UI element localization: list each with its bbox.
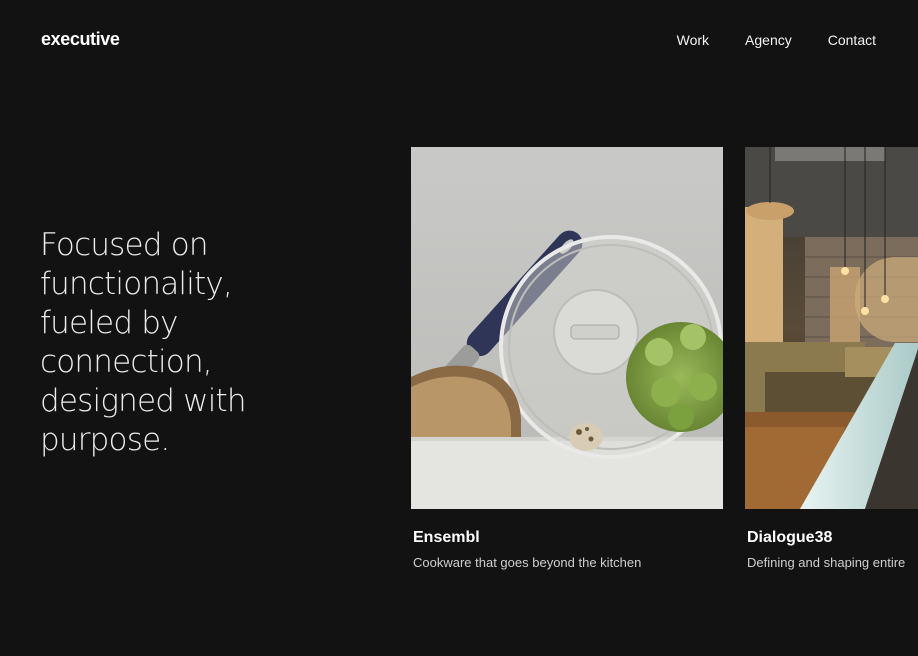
main-nav: Work Agency Contact xyxy=(677,32,876,48)
project-title: Dialogue38 xyxy=(747,529,833,546)
restaurant-interior-image xyxy=(745,147,918,509)
hero-heading: Focused on functionality, fueled by conn… xyxy=(40,226,340,460)
project-subtitle: Defining and shaping entire xyxy=(747,555,906,570)
nav-contact-link[interactable]: Contact xyxy=(828,32,876,48)
nav-agency-link[interactable]: Agency xyxy=(745,32,792,48)
hero-line: Focused on xyxy=(40,227,209,263)
project-subtitle: Cookware that goes beyond the kitchen xyxy=(413,555,642,570)
nav-work-link[interactable]: Work xyxy=(677,32,709,48)
page: executive Work Agency Contact Focused on… xyxy=(0,0,918,656)
project-title: Ensembl xyxy=(413,529,480,546)
hero-line: purpose. xyxy=(40,422,170,458)
project-card-dialogue38[interactable]: Dialogue38 Defining and shaping entire xyxy=(745,147,918,570)
project-card-ensembl[interactable]: Ensembl Cookware that goes beyond the ki… xyxy=(411,147,723,570)
hero-line: connection, xyxy=(40,344,213,380)
hero-line: designed with xyxy=(40,383,247,419)
hero-line: functionality, xyxy=(40,266,233,302)
cookware-image xyxy=(411,147,723,509)
hero-line: fueled by xyxy=(40,305,178,341)
brand-logo[interactable]: executive xyxy=(41,29,120,50)
